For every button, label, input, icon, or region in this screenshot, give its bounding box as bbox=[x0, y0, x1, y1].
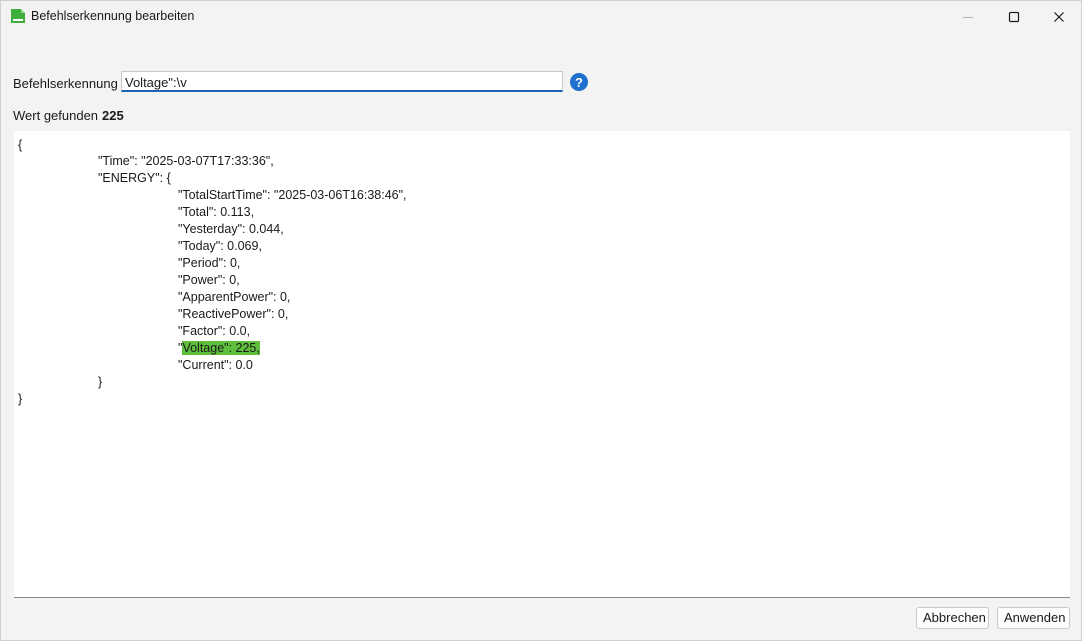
dialog-window: Befehlserkennung bearbeiten Befehlserken… bbox=[0, 0, 1082, 641]
json-line: "Time": "2025-03-07T17:33:36", bbox=[98, 154, 274, 168]
title-bar[interactable]: Befehlserkennung bearbeiten bbox=[1, 1, 1081, 32]
found-label: Wert gefunden bbox=[13, 108, 99, 123]
json-line-highlighted: "Voltage": 225, bbox=[178, 340, 260, 357]
json-line: } bbox=[98, 375, 103, 389]
help-icon: ? bbox=[575, 74, 583, 90]
cancel-button[interactable]: Abbrechen bbox=[916, 607, 989, 629]
json-line: "Factor": 0.0, bbox=[178, 324, 251, 338]
found-value-row: Wert gefunden 225 bbox=[13, 108, 124, 123]
command-input[interactable] bbox=[121, 71, 563, 92]
minimize-button[interactable] bbox=[945, 1, 991, 32]
json-line: "Total": 0.113, bbox=[178, 205, 255, 219]
minimize-icon bbox=[962, 11, 974, 23]
found-value: 225 bbox=[102, 108, 124, 123]
json-line: "ENERGY": { bbox=[98, 171, 171, 185]
close-button[interactable] bbox=[1036, 1, 1082, 32]
json-line: { bbox=[18, 138, 23, 152]
json-line: "Yesterday": 0.044, bbox=[178, 222, 284, 236]
apply-button[interactable]: Anwenden bbox=[997, 607, 1070, 629]
json-line: "Period": 0, bbox=[178, 256, 241, 270]
json-line: "ReactivePower": 0, bbox=[178, 307, 289, 321]
json-line: "Current": 0.0 bbox=[178, 358, 253, 372]
command-label: Befehlserkennung bbox=[13, 76, 118, 91]
json-text-area[interactable]: { "Time": "2025-03-07T17:33:36", "ENERGY… bbox=[14, 131, 1070, 598]
help-button[interactable]: ? bbox=[570, 73, 588, 91]
match-highlight: Voltage": 225, bbox=[182, 341, 260, 355]
json-line: "TotalStartTime": "2025-03-06T16:38:46", bbox=[178, 188, 407, 202]
app-logo-icon bbox=[10, 8, 26, 24]
window-title: Befehlserkennung bearbeiten bbox=[31, 9, 195, 23]
json-line: "Today": 0.069, bbox=[178, 239, 262, 253]
json-line: } bbox=[18, 392, 23, 406]
json-line: "Power": 0, bbox=[178, 273, 240, 287]
json-line: "ApparentPower": 0, bbox=[178, 290, 291, 304]
close-icon bbox=[1053, 11, 1065, 23]
command-row: Befehlserkennung ? bbox=[13, 71, 613, 93]
maximize-icon bbox=[1008, 11, 1020, 23]
maximize-button[interactable] bbox=[991, 1, 1037, 32]
